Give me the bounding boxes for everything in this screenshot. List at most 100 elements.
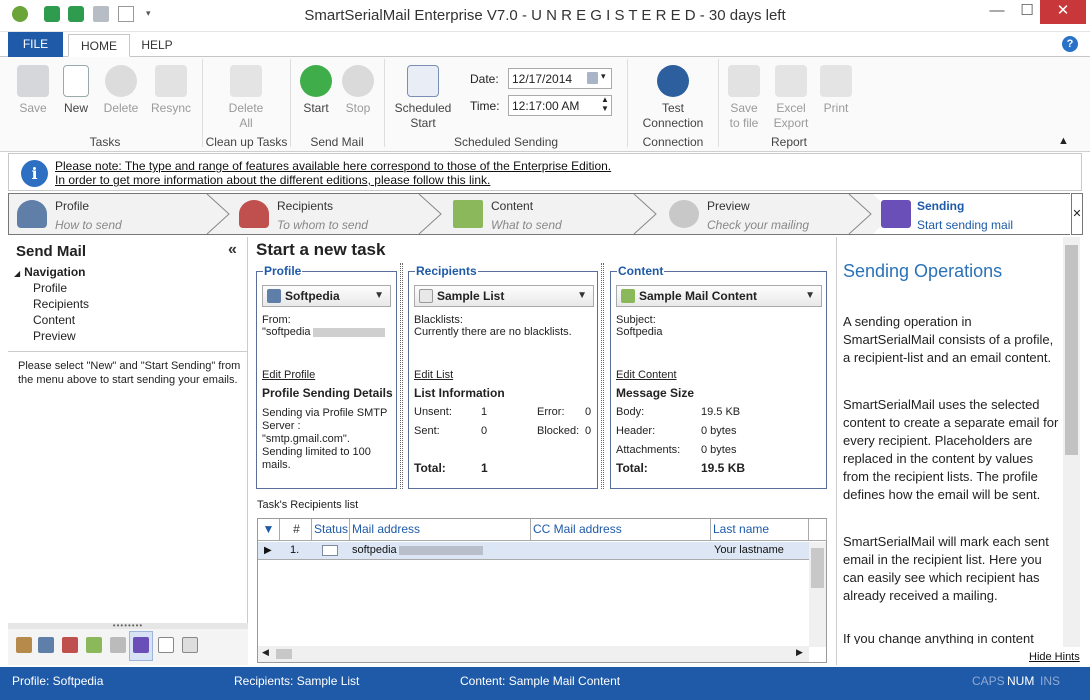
nav-item-preview[interactable]: Preview (33, 329, 76, 343)
nav-item-recipients[interactable]: Recipients (33, 297, 89, 311)
mail-icon[interactable] (158, 637, 174, 653)
minimize-button[interactable]: — (980, 0, 1014, 24)
delete-button[interactable]: Delete (100, 65, 142, 116)
save-icon (17, 65, 49, 97)
content-icon[interactable] (86, 637, 102, 653)
info-link-1[interactable]: Please note: The type and range of featu… (55, 159, 611, 173)
hints-paragraph: SmartSerialMail uses the selected conten… (843, 397, 1059, 502)
grid-vscrollbar[interactable] (809, 542, 826, 647)
edit-list-link[interactable]: Edit List (414, 369, 453, 382)
collapse-ribbon-icon[interactable]: ▲ (1058, 135, 1069, 147)
column-header-number[interactable]: # (280, 519, 312, 541)
resync-button[interactable]: Resync (148, 65, 194, 116)
stop-button[interactable]: Stop (340, 65, 376, 116)
save-label: Save (19, 101, 47, 115)
grid-vscroll-thumb[interactable] (811, 548, 824, 588)
row-number: 1. (290, 544, 300, 556)
nav-root[interactable]: ◢ Navigation (14, 265, 86, 279)
close-button[interactable]: ✕ (1040, 0, 1086, 24)
attachments-label: Attachments: (616, 444, 681, 456)
scroll-left-icon[interactable]: ◀ (262, 647, 269, 658)
wizard-step-recipients[interactable]: Recipients To whom to send (231, 194, 421, 234)
group-separator (202, 59, 203, 147)
excel-label-1: Excel (776, 101, 806, 115)
wizard-step-title: Preview (707, 199, 750, 213)
tab-help[interactable]: HELP (134, 34, 180, 57)
profile-person-icon (17, 200, 47, 228)
start-button[interactable]: Start (298, 65, 334, 116)
maximize-button[interactable]: ☐ (1010, 0, 1044, 24)
scheduled-start-label-2: Start (410, 116, 436, 130)
collapse-panel-icon[interactable]: « (228, 241, 237, 259)
preview-icon[interactable] (110, 637, 126, 653)
wizard-step-subtitle: Start sending mail (917, 218, 1014, 232)
test-connection-button[interactable]: Test Connection (638, 65, 708, 131)
recipients-group-icon (239, 200, 269, 228)
row-pointer-icon: ▶ (264, 545, 272, 556)
wizard-close-icon[interactable]: ✕ (1071, 193, 1083, 235)
edit-profile-link[interactable]: Edit Profile (262, 369, 315, 382)
profile-icon[interactable] (38, 637, 54, 653)
recipients-select[interactable]: Sample List ▼ (414, 285, 594, 307)
recipients-icon[interactable] (62, 637, 78, 653)
grid-hscroll-thumb[interactable] (276, 649, 292, 659)
row-mail: softpedia (352, 542, 483, 559)
wizard-step-profile[interactable]: Profile How to send (9, 194, 207, 234)
help-icon[interactable]: ? (1062, 36, 1078, 52)
scheduled-start-button[interactable]: Scheduled Start (392, 65, 454, 131)
date-picker[interactable]: 12/17/2014 ▾ (508, 68, 612, 89)
profile-detail-line: Server : (262, 420, 301, 432)
excel-export-button[interactable]: Excel Export (770, 65, 812, 131)
hints-title: Sending Operations (843, 261, 1003, 281)
wizard-step-preview[interactable]: Preview Check your mailing (661, 194, 851, 234)
edit-content-link[interactable]: Edit Content (616, 369, 677, 382)
save-to-file-button[interactable]: Save to file (724, 65, 764, 131)
tab-home[interactable]: HOME (68, 34, 130, 57)
column-header-mail[interactable]: Mail address (350, 519, 531, 541)
time-spinner[interactable]: 12:17:00 AM ▲ ▼ (508, 95, 612, 116)
tab-file[interactable]: FILE (8, 32, 63, 57)
profile-box: Profile Softpedia ▼ From: "softpedia Edi… (256, 264, 397, 489)
content-document-icon (453, 200, 483, 228)
delete-all-button[interactable]: Delete All (222, 65, 270, 131)
left-panel: Send Mail « ◢ Navigation Profile Recipien… (8, 237, 248, 665)
column-header-lastname[interactable]: Last name (711, 519, 809, 541)
print-button[interactable]: Print (818, 65, 854, 116)
stop-label: Stop (345, 101, 371, 115)
profile-icon (267, 289, 281, 303)
nav-item-content[interactable]: Content (33, 313, 75, 327)
total-label: Total: (414, 461, 446, 475)
grid-menu-icon[interactable]: ▼ (258, 519, 280, 541)
wizard-step-sending[interactable]: Sending Start sending mail (871, 194, 1069, 234)
sending-icon[interactable] (133, 637, 149, 653)
column-header-cc[interactable]: CC Mail address (531, 519, 711, 541)
save-to-file-icon (728, 65, 760, 97)
spinner-arrows-icon[interactable]: ▲ ▼ (599, 95, 611, 113)
grid-hscrollbar[interactable]: ◀ ▶ (258, 646, 809, 662)
profile-detail-line: mails. (262, 459, 291, 471)
home-icon[interactable] (16, 637, 32, 653)
info-link-2[interactable]: In order to get more information about t… (55, 173, 490, 187)
nav-item-profile[interactable]: Profile (33, 281, 67, 295)
table-row[interactable]: ▶ 1. softpedia Your lastname (258, 542, 809, 560)
resync-label: Resync (150, 101, 191, 115)
hide-hints-link[interactable]: Hide Hints (1029, 651, 1080, 663)
wizard-step-subtitle: How to send (55, 218, 122, 232)
status-profile: Profile: Softpedia (12, 674, 104, 688)
column-header-status[interactable]: Status (312, 519, 350, 541)
save-button[interactable]: Save (14, 65, 52, 116)
hints-paragraph-clipped: If you change anything in content (843, 634, 1059, 644)
content-select[interactable]: Sample Mail Content ▼ (616, 285, 822, 307)
total-value: 19.5 KB (701, 461, 746, 475)
tasks-group-label: Tasks (89, 135, 121, 149)
report-icon[interactable] (182, 637, 198, 653)
hints-vscroll-thumb[interactable] (1065, 245, 1078, 455)
info-icon: i (21, 160, 48, 187)
delete-all-icon (230, 65, 262, 97)
profile-select[interactable]: Softpedia ▼ (262, 285, 391, 307)
scroll-right-icon[interactable]: ▶ (796, 647, 803, 658)
new-button[interactable]: New (58, 65, 94, 116)
wizard-step-content[interactable]: Content What to send (445, 194, 635, 234)
tree-expand-icon[interactable]: ◢ (14, 269, 20, 278)
unsent-label: Unsent: (414, 406, 452, 418)
